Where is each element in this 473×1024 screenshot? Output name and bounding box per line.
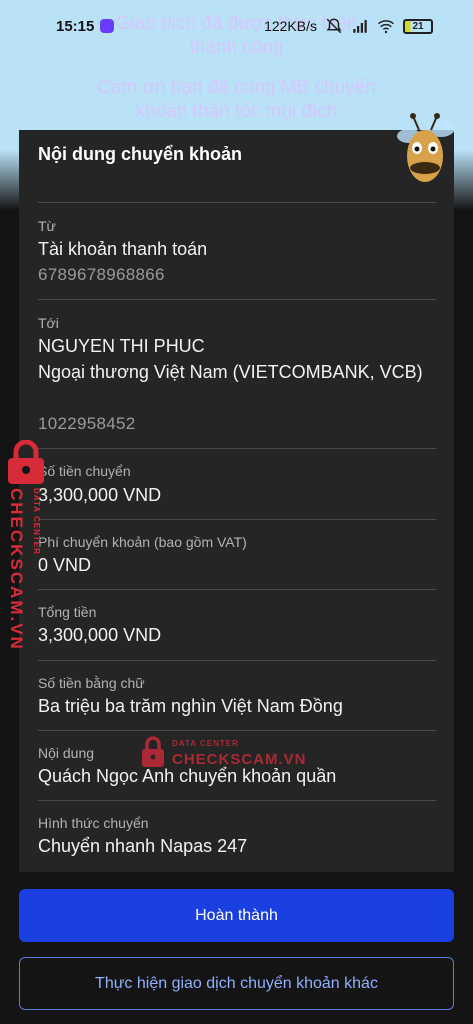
divider xyxy=(38,589,436,590)
amount-label: Số tiền chuyển xyxy=(38,463,131,479)
recipient-bank: Ngoại thương Việt Nam (VIETCOMBANK, VCB) xyxy=(38,362,423,382)
from-account-number: 6789678968866 xyxy=(38,265,165,284)
watermark-side-subtext: DATA CENTER xyxy=(32,488,41,555)
network-speed: 122KB/s xyxy=(264,18,317,34)
app-notification-icon xyxy=(100,19,115,33)
divider xyxy=(38,730,436,731)
amount-words-value: Ba triệu ba trăm nghìn Việt Nam Đồng xyxy=(38,696,343,716)
lock-icon xyxy=(142,736,164,767)
amount-words-label: Số tiền bằng chữ xyxy=(38,675,145,691)
new-transfer-button[interactable]: Thực hiện giao dịch chuyển khoản khác xyxy=(19,957,454,1010)
recipient-name: NGUYEN THI PHUC xyxy=(38,336,205,356)
status-time: 15:15 xyxy=(56,17,95,35)
checkscam-side-watermark: CHECKSCAM.VN DATA CENTER xyxy=(4,440,50,651)
bee-mascot-icon xyxy=(397,113,455,182)
status-bar: 15:15 122KB/s 21 xyxy=(0,0,473,52)
from-account-name: Tài khoản thanh toán xyxy=(38,239,208,259)
divider xyxy=(38,299,436,300)
to-label: Tới xyxy=(38,315,59,331)
card-title: Nội dung chuyển khoản xyxy=(38,144,243,164)
wifi-icon xyxy=(378,20,394,34)
amount-value: 3,300,000 VND xyxy=(38,485,162,505)
from-label: Từ xyxy=(38,218,56,234)
thanks-message-line1: Cảm ơn bạn đã cùng MB chuyển xyxy=(97,77,376,98)
watermark-center-subtext: DATA CENTER xyxy=(172,739,239,748)
recipient-account-number: 1022958452 xyxy=(38,414,136,433)
divider xyxy=(38,202,436,203)
fee-value: 0 VND xyxy=(38,555,92,575)
battery-icon: 21 xyxy=(403,18,433,34)
method-value: Chuyển nhanh Napas 247 xyxy=(38,836,248,856)
watermark-side-text: CHECKSCAM.VN xyxy=(7,488,26,651)
method-label: Hình thức chuyển xyxy=(38,815,149,831)
total-value: 3,300,000 VND xyxy=(38,625,162,645)
content-label: Nội dung xyxy=(38,745,95,761)
bell-muted-icon xyxy=(326,18,342,34)
divider xyxy=(38,800,436,801)
checkscam-center-watermark: DATA CENTER CHECKSCAM.VN xyxy=(140,735,320,775)
watermark-center-text: CHECKSCAM.VN xyxy=(172,751,307,768)
thanks-message-line2: khoản thần tốc mọi đích xyxy=(135,101,338,122)
divider xyxy=(38,448,436,449)
divider xyxy=(38,519,436,520)
signal-icon xyxy=(353,20,367,33)
lock-icon xyxy=(8,440,44,484)
status-indicators: 122KB/s 21 xyxy=(264,17,433,35)
fee-label: Phí chuyển khoản (bao gồm VAT) xyxy=(38,534,247,550)
divider xyxy=(38,660,436,661)
done-button[interactable]: Hoàn thành xyxy=(19,889,454,942)
